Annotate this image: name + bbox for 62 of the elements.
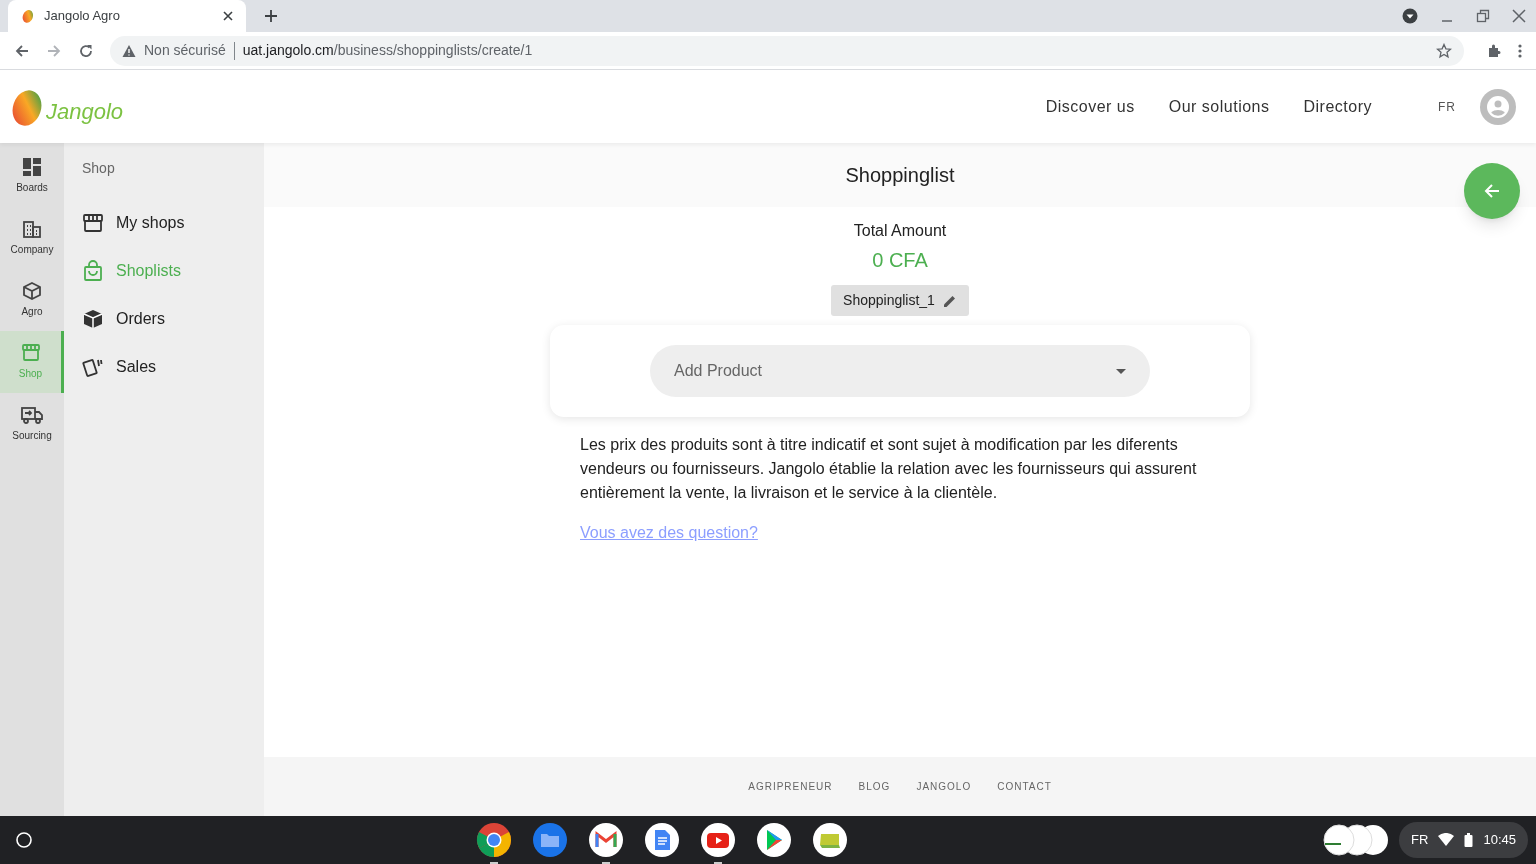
battery-icon	[1464, 833, 1474, 847]
submenu-item[interactable]: My shops	[82, 199, 185, 247]
rail-tab[interactable]: Boards	[0, 145, 64, 207]
storefront-icon	[82, 213, 104, 233]
submenu-item[interactable]: Orders	[82, 295, 165, 343]
keyboard-language: FR	[1411, 831, 1429, 850]
shopping-bag-icon	[82, 260, 104, 282]
chrome-icon[interactable]	[475, 822, 512, 858]
list-name-chip[interactable]: Shoppinglist_1	[831, 285, 969, 316]
reload-icon[interactable]	[78, 42, 94, 59]
dropdown-caret-icon	[1116, 368, 1126, 374]
footer-link[interactable]: AGRIPRENEUR	[748, 779, 833, 794]
footer-link[interactable]: JANGOLO	[916, 779, 972, 794]
nav-link[interactable]: Discover us	[1045, 94, 1135, 119]
rail-tab[interactable]: Agro	[0, 269, 64, 331]
tab-title: Jangolo Agro	[44, 7, 121, 26]
cube-icon	[22, 281, 42, 301]
cards-icon	[82, 356, 104, 378]
language-link[interactable]: FR	[1438, 97, 1456, 116]
nav-link[interactable]: Directory	[1303, 94, 1372, 119]
add-product-select[interactable]: Add Product	[650, 345, 1150, 397]
close-icon[interactable]	[222, 10, 234, 22]
notice-text: Les prix des produits sont à titre indicatif et sont sujet à modification par les diferents vendeurs ou fournisseurs. Jangolo établie la relation avec les fournisseurs qui assurent entièrement la vente, la livraison et le service à la clientèle.	[580, 435, 1198, 503]
browser-tab[interactable]: Jangolo Agro	[8, 0, 246, 32]
url-text: uat.jangolo.cm/business/shoppinglists/create/1	[242, 41, 533, 60]
warning-icon	[122, 43, 136, 58]
truck-icon	[21, 405, 43, 425]
mango-icon	[20, 8, 36, 24]
storefront-icon	[20, 343, 41, 363]
play-video-icon[interactable]	[699, 822, 736, 858]
notification-thumbnails-drawing[interactable]	[1323, 824, 1390, 856]
submenu-title: Shop	[82, 159, 115, 178]
mail-icon[interactable]	[587, 822, 624, 858]
restore-icon[interactable]	[1476, 9, 1490, 23]
clock-time: 10:45	[1483, 831, 1516, 850]
box-icon	[82, 308, 104, 330]
wifi-icon	[1438, 833, 1455, 847]
rail-tab[interactable]: Company	[0, 207, 64, 269]
page-title: Shoppinglist	[845, 163, 955, 188]
more-menu-icon[interactable]	[1518, 42, 1522, 59]
security-label: Non sécurisé	[144, 41, 226, 60]
footer-link[interactable]: BLOG	[858, 779, 891, 794]
building-icon	[22, 219, 42, 239]
rail-tab[interactable]: Sourcing	[0, 393, 64, 455]
submenu-item[interactable]: Sales	[82, 343, 157, 391]
puzzle-icon[interactable]	[1486, 42, 1502, 59]
close-icon[interactable]	[1512, 9, 1526, 23]
status-tray[interactable]: FR 10:45	[1399, 822, 1528, 858]
tab-search-icon[interactable]	[1402, 8, 1418, 24]
notes-icon[interactable]	[811, 822, 848, 858]
nav-link[interactable]: Our solutions	[1168, 94, 1270, 119]
new-tab-icon[interactable]	[264, 9, 278, 23]
back-arrow-icon[interactable]	[14, 42, 30, 59]
address-bar[interactable]: Non sécurisé uat.jangolo.cm/business/shoppinglists/create/1	[110, 35, 1464, 66]
footer-link[interactable]: CONTACT	[997, 779, 1052, 794]
pencil-icon	[942, 293, 957, 308]
document-icon[interactable]	[643, 822, 680, 858]
dashboard-icon	[22, 157, 42, 177]
total-label: Total Amount	[853, 221, 947, 241]
total-amount: 0 CFA	[872, 248, 928, 273]
star-icon[interactable]	[1436, 42, 1452, 59]
folder-icon[interactable]	[531, 822, 568, 858]
